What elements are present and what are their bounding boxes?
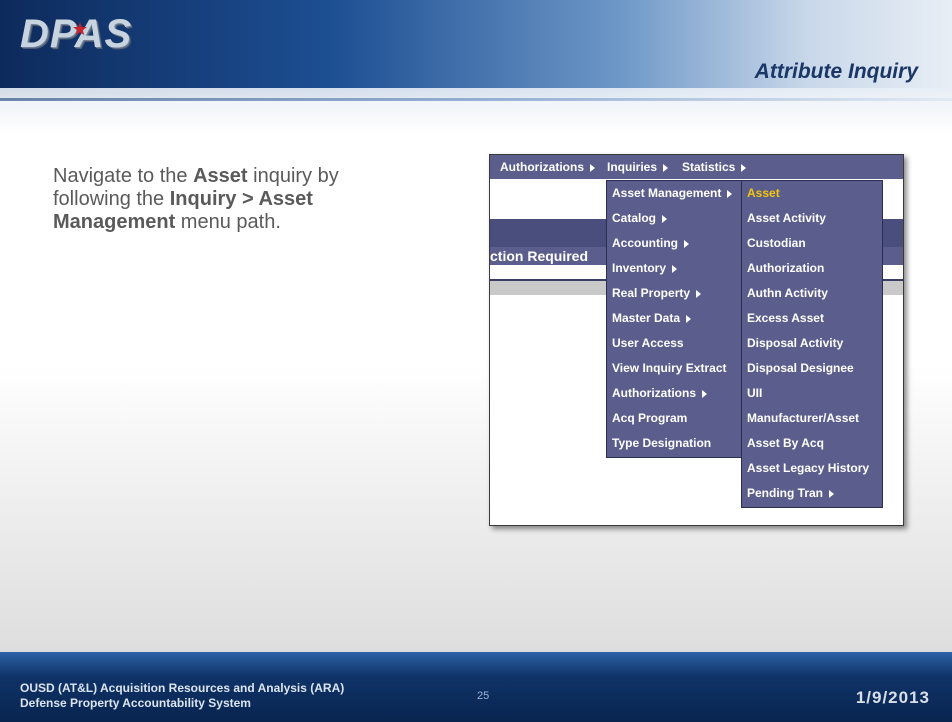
instructions-text: Navigate to the Asset inquiry by followi… xyxy=(53,165,413,234)
menubar-label: Statistics xyxy=(682,160,736,174)
footer-line-2: Defense Property Accountability System xyxy=(20,696,251,710)
chevron-right-icon xyxy=(741,163,747,172)
menu-item-authorization[interactable]: Authorization xyxy=(747,261,824,275)
chevron-right-icon xyxy=(702,389,707,398)
menu-item-real-property[interactable]: Real Property xyxy=(612,286,702,300)
instruction-part: Navigate to the xyxy=(53,165,194,187)
menu-item-uii[interactable]: UII xyxy=(747,386,762,400)
inquiries-dropdown: Asset Management Catalog Accounting Inve… xyxy=(606,180,744,458)
page-number: 25 xyxy=(477,690,490,702)
star-icon xyxy=(73,22,87,36)
menubar-label: Authorizations xyxy=(500,160,584,174)
menu-item-user-access[interactable]: User Access xyxy=(612,336,684,350)
chevron-right-icon xyxy=(590,163,595,172)
chevron-right-icon xyxy=(686,314,692,323)
menu-item-label: Master Data xyxy=(612,311,681,325)
menubar-item-inquiries[interactable]: Inquiries xyxy=(607,160,669,174)
action-required-label: ction Required xyxy=(490,248,589,264)
header: DPAS Attribute Inquiry xyxy=(0,0,952,134)
menu-item-catalog[interactable]: Catalog xyxy=(612,211,668,225)
menu-item-accounting[interactable]: Accounting xyxy=(612,236,689,250)
menu-item-master-data[interactable]: Master Data xyxy=(612,311,692,325)
menu-item-label: Asset Management xyxy=(612,186,722,200)
instruction-part: menu path. xyxy=(175,211,281,233)
footer-organization: OUSD (AT&L) Acquisition Resources and An… xyxy=(20,681,344,711)
chevron-right-icon xyxy=(684,239,689,248)
menu-item-inventory[interactable]: Inventory xyxy=(612,261,678,275)
menu-item-acq-program[interactable]: Acq Program xyxy=(612,411,687,425)
menu-item-label: Catalog xyxy=(612,211,657,225)
slide: DPAS Attribute Inquiry Navigate to the A… xyxy=(0,0,952,722)
menu-item-label: Accounting xyxy=(612,236,678,250)
header-rule xyxy=(0,98,952,101)
menu-item-disposal-activity[interactable]: Disposal Activity xyxy=(747,336,843,350)
instruction-bold-asset: Asset xyxy=(193,165,248,187)
menu-item-type-designation[interactable]: Type Designation xyxy=(612,436,711,450)
menu-item-label: Real Property xyxy=(612,286,691,300)
menu-item-asset[interactable]: Asset xyxy=(747,186,780,200)
menu-bar: Authorizations Inquiries Statistics xyxy=(490,155,903,179)
menu-item-label: Inventory xyxy=(612,261,667,275)
menu-screenshot: ction Required Authorizations Inquiries … xyxy=(489,154,904,526)
slide-title: Attribute Inquiry xyxy=(754,60,918,83)
menu-item-asset-by-acq[interactable]: Asset By Acq xyxy=(747,436,824,450)
menu-item-asset-legacy-history[interactable]: Asset Legacy History xyxy=(747,461,869,475)
menu-item-pending-tran[interactable]: Pending Tran xyxy=(747,486,835,500)
chevron-right-icon xyxy=(696,289,702,298)
chevron-right-icon xyxy=(829,489,835,498)
menu-item-authn-activity[interactable]: Authn Activity xyxy=(747,286,828,300)
menu-item-manufacturer-asset[interactable]: Manufacturer/Asset xyxy=(747,411,859,425)
menu-item-asset-activity[interactable]: Asset Activity xyxy=(747,211,826,225)
footer-line-1: OUSD (AT&L) Acquisition Resources and An… xyxy=(20,681,345,695)
chevron-right-icon xyxy=(662,214,668,223)
chevron-right-icon xyxy=(727,189,733,198)
chevron-right-icon xyxy=(672,264,678,273)
menu-item-custodian[interactable]: Custodian xyxy=(747,236,806,250)
header-banner xyxy=(0,0,952,100)
menu-item-disposal-designee[interactable]: Disposal Designee xyxy=(747,361,854,375)
menu-item-asset-management[interactable]: Asset Management xyxy=(612,186,733,200)
menu-item-excess-asset[interactable]: Excess Asset xyxy=(747,311,824,325)
menu-item-authorizations[interactable]: Authorizations xyxy=(612,386,707,400)
menu-item-label: Authorizations xyxy=(612,386,696,400)
menu-item-label: Pending Tran xyxy=(747,486,824,500)
header-swoosh xyxy=(0,88,952,134)
slide-date: 1/9/2013 xyxy=(855,688,930,707)
menu-item-view-inquiry-extract[interactable]: View Inquiry Extract xyxy=(612,361,727,375)
menubar-label: Inquiries xyxy=(607,160,658,174)
menubar-item-statistics[interactable]: Statistics xyxy=(682,160,747,174)
asset-management-dropdown: Asset Asset Activity Custodian Authoriza… xyxy=(741,180,883,508)
menubar-item-authorizations[interactable]: Authorizations xyxy=(500,160,595,174)
chevron-right-icon xyxy=(663,163,669,172)
